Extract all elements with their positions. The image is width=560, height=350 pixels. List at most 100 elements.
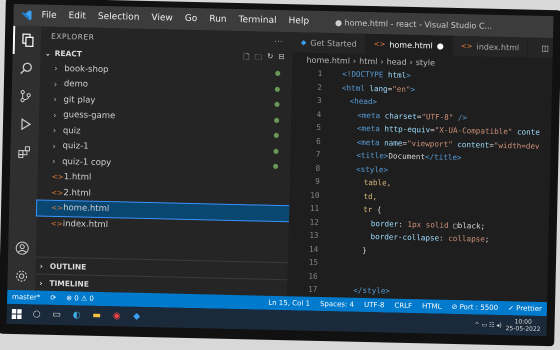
code-editor[interactable]: 1 <!DOCTYPE html> 2 <html lang="en"> 3 <head>… [287,66,552,301]
search-icon[interactable] [12,54,41,83]
line-number: 15 [308,257,319,268]
problems-count[interactable]: ⊗ 0 ⚠ 0 [61,294,99,303]
encoding[interactable]: UTF-8 [359,301,390,310]
clock-date: 25-05-2022 [505,325,541,333]
menu-run[interactable]: Run [203,14,232,25]
line-number: 11 [309,203,320,214]
menu-selection[interactable]: Selection [92,12,146,23]
breadcrumb-style[interactable]: style [416,58,435,67]
clock[interactable]: 10:00 25-05-2022 [506,318,541,333]
chevron-right-icon: › [52,126,57,136]
code-token: > [406,71,411,81]
git-branch[interactable]: master* [7,293,45,302]
menu-edit[interactable]: Edit [62,11,92,22]
line-number: 6 [316,136,321,146]
code-content: border: 1px solid ▢black; [331,218,486,231]
code-token: <head> [349,96,378,107]
settings-gear-icon[interactable] [7,262,36,291]
code-token: html [387,70,407,81]
line-number: 16 [308,271,318,281]
account-icon[interactable] [8,234,37,263]
code-token: border [370,218,399,229]
task-view-icon[interactable]: ▭ [46,305,66,325]
line-number: 4 [316,109,322,119]
code-token: "UTF-8" [421,111,454,122]
menu-file[interactable]: File [35,10,62,21]
project-name: REACT [54,48,83,58]
git-status-dot [274,101,280,107]
chevron-right-icon: › [53,95,57,105]
breadcrumb-file[interactable]: home.html [306,55,350,65]
explorer-icon[interactable] [12,25,42,55]
windows-start-icon[interactable] [6,304,26,324]
new-file-icon[interactable]: 🗋 [243,51,249,64]
code-content: tr { [331,204,381,214]
chrome-icon[interactable]: ◉ [106,306,126,326]
html-file-icon: <> [50,219,63,228]
chevron-right-icon: › [53,110,57,120]
menu-go[interactable]: Go [179,14,204,25]
git-status-dot [273,163,279,169]
code-content: <head> [334,96,378,107]
source-control-icon[interactable] [11,82,40,111]
extensions-icon[interactable] [10,138,39,167]
code-token: ; [484,234,490,245]
git-status-dot [273,148,279,154]
code-content: <title>Document</title> [332,150,461,162]
code-token: <style> [355,164,389,175]
tab-get-started[interactable]: ◆ Get Started [292,32,366,54]
code-content: td, [331,191,377,201]
modified-dot-icon[interactable]: ● [437,41,444,50]
code-token: "width=dev [493,140,540,151]
indentation[interactable]: Spaces: 4 [315,300,359,309]
tree-item-label: quiz [62,125,81,137]
chevron-right-icon: › [39,278,43,288]
tab-home-html[interactable]: <> home.html ● [365,33,454,56]
search-icon[interactable]: ○ [26,304,46,324]
code-token: "viewport" [406,138,453,149]
breadcrumb-head[interactable]: head [387,57,407,66]
vscode-taskbar-icon[interactable]: ◆ [126,307,146,327]
menu-help[interactable]: Help [282,16,315,27]
menu-terminal[interactable]: Terminal [232,15,282,26]
refresh-icon[interactable]: ↻ [267,51,273,64]
git-status-dot [274,117,280,123]
line-number: 17 [308,284,318,295]
cursor-position[interactable]: Ln 15, Col 1 [263,299,315,308]
prettier-status[interactable]: ✓ Prettier [503,304,547,313]
file-explorer-icon[interactable]: ▬ [86,306,106,326]
code-token: > [410,84,416,94]
system-tray: ^ ▭ ☷ ◂) 10:00 25-05-2022 [474,317,546,333]
collapse-all-icon[interactable]: ⊟ [278,51,284,64]
menu-view[interactable]: View [145,13,179,24]
new-folder-icon[interactable]: 🗀 [254,51,262,64]
line-number: 13 [309,230,319,241]
code-content: <style> [332,164,388,174]
end-of-line[interactable]: CRLF [389,302,417,311]
split-editor-icon[interactable]: ◫ [541,43,549,52]
edge-browser-icon[interactable]: ◐ [66,305,86,325]
code-token: charset [384,111,417,121]
code-token: <title> [356,150,389,161]
explorer-sidebar: EXPLORER ··· ⌄ REACT 🗋 🗀 ↻ ⊟ › book-shop ›… [35,26,294,297]
language-mode[interactable]: HTML [417,302,447,311]
more-actions-icon[interactable]: ··· [274,36,283,45]
tray-icons[interactable]: ^ ▭ ☷ ◂) [474,321,501,329]
code-token: </style> [353,285,391,296]
code-content: border-collapse: collapse; [330,231,489,244]
live-server-port[interactable]: ⊘ Port : 5500 [446,303,503,312]
code-token: : [398,219,408,229]
tree-item-label: git play [63,94,96,106]
code-token: table, [363,178,392,188]
code-content: <!DOCTYPE html> [334,69,411,81]
breadcrumb-html[interactable]: html [359,56,377,65]
chevron-right-icon: › [54,64,58,74]
tree-item-label: demo [63,79,89,90]
tab-index-html[interactable]: <> index.html [452,35,529,58]
activity-spacer [23,166,25,234]
line-number: 10 [310,190,320,200]
chevron-right-icon: › [39,261,44,271]
code-token: "en" [392,84,411,94]
sync-icon[interactable]: ⟳ [45,294,61,302]
run-debug-icon[interactable] [11,110,40,139]
